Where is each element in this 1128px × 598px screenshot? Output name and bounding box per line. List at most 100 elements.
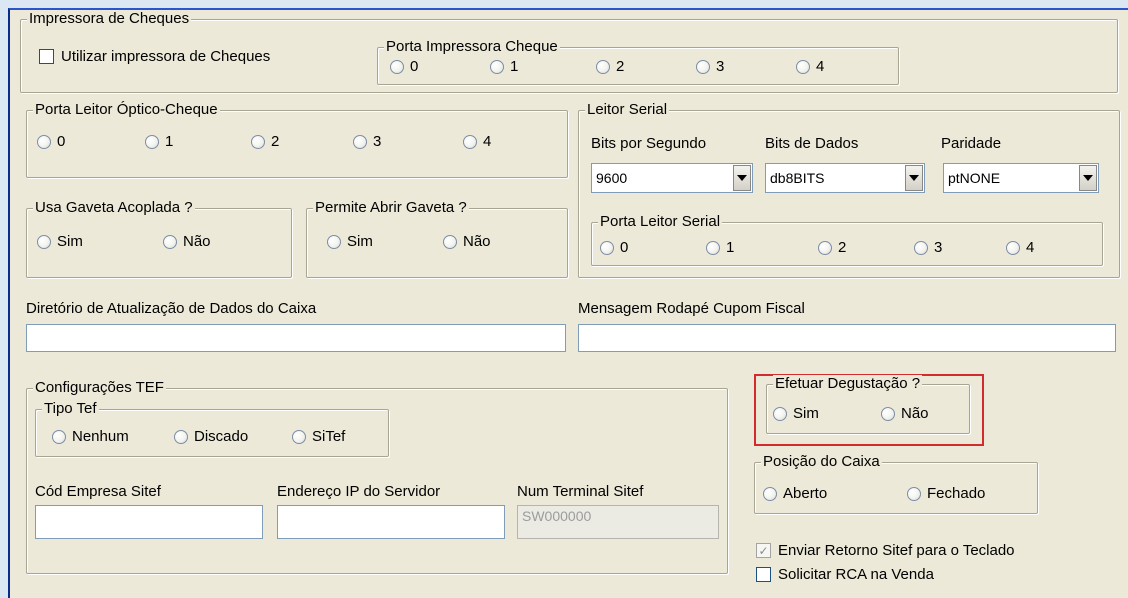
ip-servidor-label: Endereço IP do Servidor [277,483,441,500]
radio-circle[interactable] [463,134,477,149]
porta-serial-radio-3[interactable]: 3 [914,239,942,256]
chevron-down-icon[interactable] [905,165,923,191]
radio-circle[interactable] [251,134,265,149]
radio-circle[interactable] [706,240,720,255]
chevron-down-icon[interactable] [1079,165,1097,191]
leitor-optico-radio-1[interactable]: 1 [145,133,173,150]
radio-circle[interactable] [174,429,188,444]
porta-serial-radio-2[interactable]: 2 [818,239,846,256]
terminal-input: SW000000 [517,505,719,539]
radio-circle[interactable] [52,429,66,444]
leitor-optico-radio-3[interactable]: 3 [353,133,381,150]
gaveta-acoplada-sim-radio[interactable]: Sim [37,233,83,250]
posicao-aberto-radio[interactable]: Aberto [763,485,827,502]
bits-segundo-select[interactable]: 9600 [591,163,753,193]
degustacao-title: Efetuar Degustação ? [773,375,923,393]
tipo-tef-sitef-radio[interactable]: SiTef [292,428,345,445]
radio-circle[interactable] [763,486,777,501]
checkbox-box[interactable] [39,49,54,64]
radio-circle[interactable] [600,240,614,255]
radio-circle[interactable] [773,406,787,421]
config-panel: Impressora de Cheques Utilizar impressor… [8,8,1128,598]
terminal-label: Num Terminal Sitef [517,483,644,500]
leitor-serial-group: Leitor Serial Bits por Segundo Bits de D… [578,101,1120,278]
tipo-tef-title: Tipo Tef [42,400,99,418]
diretorio-input[interactable] [26,324,566,352]
leitor-optico-radio-4[interactable]: 4 [463,133,491,150]
utilizar-impressora-checkbox[interactable]: Utilizar impressora de Cheques [39,48,270,65]
radio-circle[interactable] [881,406,895,421]
radio-circle[interactable] [818,240,832,255]
bits-dados-select[interactable]: db8BITS [765,163,925,193]
solicitar-rca-checkbox[interactable]: Solicitar RCA na Venda [756,566,934,583]
tipo-tef-group: Tipo Tef Nenhum Discado SiTef [35,400,389,457]
radio-circle[interactable] [327,234,341,249]
tipo-tef-discado-radio[interactable]: Discado [174,428,248,445]
tef-title: Configurações TEF [33,379,166,397]
radio-circle[interactable] [145,134,159,149]
radio-circle[interactable] [163,234,177,249]
porta-impressora-radio-3[interactable]: 3 [696,58,724,75]
radio-circle[interactable] [443,234,457,249]
leitor-optico-radio-2[interactable]: 2 [251,133,279,150]
abrir-gaveta-nao-radio[interactable]: Não [443,233,491,250]
tef-group: Configurações TEF Tipo Tef Nenhum Discad… [26,379,728,574]
radio-circle[interactable] [390,59,404,74]
porta-impressora-radio-2[interactable]: 2 [596,58,624,75]
porta-impressora-radio-4[interactable]: 4 [796,58,824,75]
radio-circle[interactable] [292,429,306,444]
porta-serial-radio-0[interactable]: 0 [600,239,628,256]
check-icon[interactable]: ✓ [756,543,771,558]
porta-serial-radio-4[interactable]: 4 [1006,239,1034,256]
mensagem-label: Mensagem Rodapé Cupom Fiscal [578,300,805,317]
cod-empresa-label: Cód Empresa Sitef [35,483,161,500]
terminal-value: SW000000 [522,508,592,524]
radio-circle[interactable] [914,240,928,255]
porta-impressora-radio-1[interactable]: 1 [490,58,518,75]
radio-circle[interactable] [37,234,51,249]
tipo-tef-nenhum-radio[interactable]: Nenhum [52,428,129,445]
checkbox-box[interactable] [756,567,771,582]
paridade-select[interactable]: ptNONE [943,163,1099,193]
abrir-gaveta-sim-radio[interactable]: Sim [327,233,373,250]
abrir-gaveta-title: Permite Abrir Gaveta ? [313,199,469,217]
degustacao-sim-radio[interactable]: Sim [773,405,819,422]
bits-segundo-label: Bits por Segundo [591,135,707,152]
posicao-caixa-group: Posição do Caixa Aberto Fechado [754,453,1038,514]
leitor-optico-title: Porta Leitor Óptico-Cheque [33,101,220,119]
porta-impressora-title: Porta Impressora Cheque [384,38,560,56]
degustacao-group: Efetuar Degustação ? Sim Não [766,375,970,434]
gaveta-acoplada-nao-radio[interactable]: Não [163,233,211,250]
enviar-retorno-label: Enviar Retorno Sitef para o Teclado [778,542,1015,559]
radio-circle[interactable] [353,134,367,149]
abrir-gaveta-group: Permite Abrir Gaveta ? Sim Não [306,199,568,278]
porta-leitor-serial-title: Porta Leitor Serial [598,213,723,231]
impressora-cheques-title: Impressora de Cheques [27,10,192,28]
porta-impressora-radio-0[interactable]: 0 [390,58,418,75]
paridade-label: Paridade [941,135,1002,152]
gaveta-acoplada-group: Usa Gaveta Acoplada ? Sim Não [26,199,292,278]
leitor-serial-title: Leitor Serial [585,101,670,119]
porta-impressora-group: Porta Impressora Cheque 0 1 2 3 4 [377,38,899,85]
utilizar-impressora-label: Utilizar impressora de Cheques [61,48,271,65]
radio-circle[interactable] [907,486,921,501]
paridade-value: ptNONE [948,170,1001,186]
degustacao-nao-radio[interactable]: Não [881,405,929,422]
posicao-fechado-radio[interactable]: Fechado [907,485,985,502]
mensagem-input[interactable] [578,324,1116,352]
radio-circle[interactable] [796,59,810,74]
radio-circle[interactable] [696,59,710,74]
bits-dados-label: Bits de Dados [765,135,859,152]
radio-circle[interactable] [490,59,504,74]
porta-serial-radio-1[interactable]: 1 [706,239,734,256]
impressora-cheques-group: Impressora de Cheques Utilizar impressor… [20,10,1118,93]
leitor-optico-radio-0[interactable]: 0 [37,133,65,150]
enviar-retorno-checkbox[interactable]: ✓ Enviar Retorno Sitef para o Teclado [756,542,1015,559]
cod-empresa-input[interactable] [35,505,263,539]
diretorio-label: Diretório de Atualização de Dados do Cai… [26,300,317,317]
radio-circle[interactable] [596,59,610,74]
chevron-down-icon[interactable] [733,165,751,191]
ip-servidor-input[interactable] [277,505,505,539]
radio-circle[interactable] [1006,240,1020,255]
radio-circle[interactable] [37,134,51,149]
